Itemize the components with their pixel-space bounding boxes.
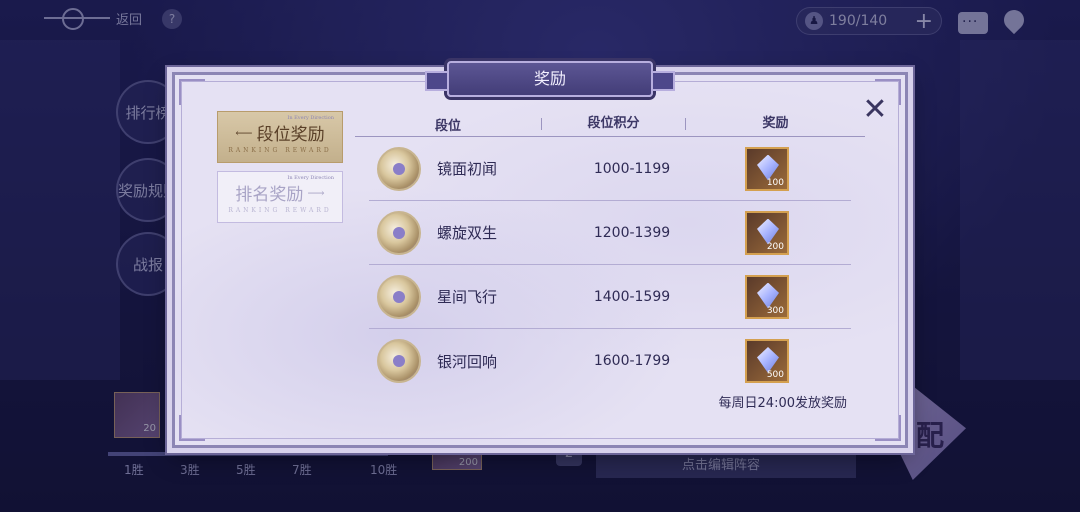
reward-item[interactable]: 500 xyxy=(745,339,789,383)
reward-item[interactable]: 100 xyxy=(745,146,789,191)
corner-ornament xyxy=(179,79,205,105)
rank-score: 1000-1199 xyxy=(593,160,671,177)
rank-name: 螺旋双生 xyxy=(437,224,498,242)
reward-qty: 200 xyxy=(766,241,784,252)
reward-item[interactable]: 200 xyxy=(745,210,789,255)
rank-name: 星间飞行 xyxy=(437,288,498,306)
modal-title: 奖励 xyxy=(425,61,675,97)
tab-label: 排名奖励 xyxy=(235,185,304,205)
table-row: 银河回响 1600-1799 500 xyxy=(369,329,851,393)
rank-score: 1600-1799 xyxy=(593,353,671,369)
table-row: 镜面初闻 1000-1199 100 xyxy=(369,137,851,201)
reward-schedule-note: 每周日24:00发放奖励 xyxy=(718,396,847,411)
tab-label: 段位奖励 xyxy=(256,125,325,145)
header-reward: 奖励 xyxy=(685,117,865,130)
table-header: 段位 段位积分 奖励 xyxy=(355,115,865,137)
tab-subtitle: RANKING REWARD xyxy=(228,207,332,214)
reward-qty: 100 xyxy=(766,177,784,188)
rank-name: 镜面初闻 xyxy=(437,160,498,178)
corner-ornament xyxy=(179,415,205,441)
tab-subtitle: RANKING REWARD xyxy=(228,147,332,154)
arrow-right-icon: ⟶ xyxy=(307,185,325,200)
table-row: 星间飞行 1400-1599 300 xyxy=(369,265,851,329)
tab-caption: In Every Direction xyxy=(287,115,334,121)
tab-ranking-reward[interactable]: In Every Direction 排名奖励 ⟶ RANKING REWARD xyxy=(217,171,343,223)
reward-item[interactable]: 300 xyxy=(745,274,789,319)
reward-qty: 300 xyxy=(766,305,784,316)
rank-score: 1200-1399 xyxy=(593,224,671,241)
tab-caption: In Every Direction xyxy=(287,175,334,181)
corner-ornament xyxy=(875,415,901,441)
arrow-left-icon: ⟵ xyxy=(235,125,253,140)
tab-rank-reward[interactable]: In Every Direction ⟵ 段位奖励 RANKING REWARD xyxy=(217,111,343,163)
rank-name: 银河回响 xyxy=(437,352,498,371)
reward-qty: 500 xyxy=(766,370,784,380)
header-score: 段位积分 xyxy=(541,117,685,130)
rank-score: 1400-1599 xyxy=(593,288,671,305)
rank-badge-icon xyxy=(377,274,421,319)
rank-badge-icon xyxy=(377,146,421,191)
reward-modal: 奖励 ✕ In Every Direction ⟵ 段位奖励 RANKING R… xyxy=(172,61,908,448)
rank-badge-icon xyxy=(377,210,421,255)
rank-badge-icon xyxy=(377,339,421,383)
header-rank: 段位 xyxy=(434,119,461,134)
table-row: 螺旋双生 1200-1399 200 xyxy=(369,201,851,265)
